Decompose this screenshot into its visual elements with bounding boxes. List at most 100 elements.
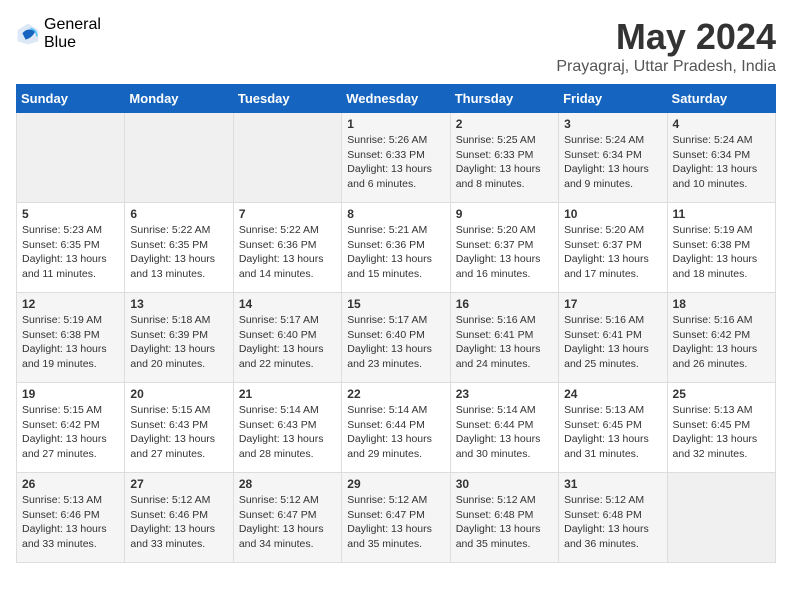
day-info: Sunrise: 5:24 AM Sunset: 6:34 PM Dayligh… [673, 133, 770, 192]
day-cell: 18Sunrise: 5:16 AM Sunset: 6:42 PM Dayli… [667, 293, 775, 383]
day-cell [667, 473, 775, 563]
day-info: Sunrise: 5:15 AM Sunset: 6:42 PM Dayligh… [22, 403, 119, 462]
day-info: Sunrise: 5:13 AM Sunset: 6:45 PM Dayligh… [673, 403, 770, 462]
day-cell: 28 Sunrise: 5:12 AM Sunset: 6:47 PM Dayli… [233, 473, 341, 563]
header-wednesday: Wednesday [342, 85, 450, 113]
calendar-header: SundayMondayTuesdayWednesdayThursdayFrid… [17, 85, 776, 113]
day-number: 4 [673, 117, 770, 131]
week-row-4: 19 Sunrise: 5:15 AM Sunset: 6:42 PM Dayli… [17, 383, 776, 473]
day-number: 11 [673, 207, 770, 221]
day-cell: 4 Sunrise: 5:24 AM Sunset: 6:34 PM Daylig… [667, 113, 775, 203]
logo-blue: Blue [44, 34, 101, 52]
week-row-5: 26 Sunrise: 5:13 AM Sunset: 6:46 PM Dayli… [17, 473, 776, 563]
day-number: 19 [22, 387, 119, 401]
subtitle: Prayagraj, Uttar Pradesh, India [556, 58, 776, 76]
day-cell: 25 Sunrise: 5:13 AM Sunset: 6:45 PM Dayli… [667, 383, 775, 473]
day-info: Sunrise: 5:12 AM Sunset: 6:46 PM Dayligh… [130, 493, 227, 552]
day-number: 29 [347, 477, 444, 491]
day-number: 28 [239, 477, 336, 491]
day-cell: 13 Sunrise: 5:18 AM Sunset: 6:39 PM Dayli… [125, 293, 233, 383]
day-number: 20 [130, 387, 227, 401]
day-info: Sunrise: 5:15 AM Sunset: 6:43 PM Dayligh… [130, 403, 227, 462]
logo-text: General Blue [44, 16, 101, 51]
day-info: Sunrise: 5:23 AM Sunset: 6:35 PM Dayligh… [22, 223, 119, 282]
day-number: 30 [456, 477, 553, 491]
day-info: Sunrise: 5:20 AM Sunset: 6:37 PM Dayligh… [564, 223, 661, 282]
day-info: Sunrise: 5:13 AM Sunset: 6:46 PM Dayligh… [22, 493, 119, 552]
logo: General Blue [16, 16, 101, 51]
day-cell: 14Sunrise: 5:17 AM Sunset: 6:40 PM Dayli… [233, 293, 341, 383]
day-cell: 29Sunrise: 5:12 AM Sunset: 6:47 PM Dayli… [342, 473, 450, 563]
day-cell: 3Sunrise: 5:24 AM Sunset: 6:34 PM Daylig… [559, 113, 667, 203]
day-number: 25 [673, 387, 770, 401]
day-number: 16 [456, 297, 553, 311]
day-cell: 5 Sunrise: 5:23 AM Sunset: 6:35 PM Daylig… [17, 203, 125, 293]
day-info: Sunrise: 5:18 AM Sunset: 6:39 PM Dayligh… [130, 313, 227, 372]
day-cell: 9Sunrise: 5:20 AM Sunset: 6:37 PM Daylig… [450, 203, 558, 293]
day-info: Sunrise: 5:26 AM Sunset: 6:33 PM Dayligh… [347, 133, 444, 192]
logo-general: General [44, 16, 101, 34]
day-info: Sunrise: 5:17 AM Sunset: 6:40 PM Dayligh… [347, 313, 444, 372]
header-monday: Monday [125, 85, 233, 113]
day-info: Sunrise: 5:21 AM Sunset: 6:36 PM Dayligh… [347, 223, 444, 282]
header-saturday: Saturday [667, 85, 775, 113]
day-number: 15 [347, 297, 444, 311]
title-block: May 2024 Prayagraj, Uttar Pradesh, India [556, 16, 776, 76]
main-title: May 2024 [556, 16, 776, 58]
day-cell [233, 113, 341, 203]
calendar-table: SundayMondayTuesdayWednesdayThursdayFrid… [16, 84, 776, 563]
day-info: Sunrise: 5:12 AM Sunset: 6:48 PM Dayligh… [564, 493, 661, 552]
day-cell: 1 Sunrise: 5:26 AM Sunset: 6:33 PM Daylig… [342, 113, 450, 203]
day-info: Sunrise: 5:22 AM Sunset: 6:35 PM Dayligh… [130, 223, 227, 282]
header-thursday: Thursday [450, 85, 558, 113]
week-row-2: 5 Sunrise: 5:23 AM Sunset: 6:35 PM Daylig… [17, 203, 776, 293]
day-cell: 27 Sunrise: 5:12 AM Sunset: 6:46 PM Dayli… [125, 473, 233, 563]
day-cell: 19 Sunrise: 5:15 AM Sunset: 6:42 PM Dayli… [17, 383, 125, 473]
day-info: Sunrise: 5:12 AM Sunset: 6:47 PM Dayligh… [239, 493, 336, 552]
day-number: 5 [22, 207, 119, 221]
day-info: Sunrise: 5:16 AM Sunset: 6:41 PM Dayligh… [564, 313, 661, 372]
day-cell: 20 Sunrise: 5:15 AM Sunset: 6:43 PM Dayli… [125, 383, 233, 473]
day-cell: 26 Sunrise: 5:13 AM Sunset: 6:46 PM Dayli… [17, 473, 125, 563]
day-number: 14 [239, 297, 336, 311]
day-cell: 31Sunrise: 5:12 AM Sunset: 6:48 PM Dayli… [559, 473, 667, 563]
page-header: General Blue May 2024 Prayagraj, Uttar P… [16, 16, 776, 76]
day-info: Sunrise: 5:24 AM Sunset: 6:34 PM Dayligh… [564, 133, 661, 192]
day-cell: 15 Sunrise: 5:17 AM Sunset: 6:40 PM Dayli… [342, 293, 450, 383]
day-info: Sunrise: 5:14 AM Sunset: 6:44 PM Dayligh… [347, 403, 444, 462]
day-cell: 24 Sunrise: 5:13 AM Sunset: 6:45 PM Dayli… [559, 383, 667, 473]
day-number: 23 [456, 387, 553, 401]
day-cell: 12 Sunrise: 5:19 AM Sunset: 6:38 PM Dayli… [17, 293, 125, 383]
day-cell: 21 Sunrise: 5:14 AM Sunset: 6:43 PM Dayli… [233, 383, 341, 473]
day-number: 12 [22, 297, 119, 311]
day-info: Sunrise: 5:14 AM Sunset: 6:44 PM Dayligh… [456, 403, 553, 462]
day-cell: 6 Sunrise: 5:22 AM Sunset: 6:35 PM Daylig… [125, 203, 233, 293]
day-cell: 11Sunrise: 5:19 AM Sunset: 6:38 PM Dayli… [667, 203, 775, 293]
day-info: Sunrise: 5:19 AM Sunset: 6:38 PM Dayligh… [22, 313, 119, 372]
day-info: Sunrise: 5:14 AM Sunset: 6:43 PM Dayligh… [239, 403, 336, 462]
day-cell: 7Sunrise: 5:22 AM Sunset: 6:36 PM Daylig… [233, 203, 341, 293]
day-number: 8 [347, 207, 444, 221]
day-cell: 17Sunrise: 5:16 AM Sunset: 6:41 PM Dayli… [559, 293, 667, 383]
header-sunday: Sunday [17, 85, 125, 113]
week-row-3: 12 Sunrise: 5:19 AM Sunset: 6:38 PM Dayli… [17, 293, 776, 383]
day-cell: 23 Sunrise: 5:14 AM Sunset: 6:44 PM Dayli… [450, 383, 558, 473]
day-number: 21 [239, 387, 336, 401]
day-info: Sunrise: 5:20 AM Sunset: 6:37 PM Dayligh… [456, 223, 553, 282]
day-number: 1 [347, 117, 444, 131]
day-info: Sunrise: 5:22 AM Sunset: 6:36 PM Dayligh… [239, 223, 336, 282]
header-tuesday: Tuesday [233, 85, 341, 113]
day-number: 24 [564, 387, 661, 401]
day-cell: 22Sunrise: 5:14 AM Sunset: 6:44 PM Dayli… [342, 383, 450, 473]
day-number: 13 [130, 297, 227, 311]
day-number: 2 [456, 117, 553, 131]
day-info: Sunrise: 5:12 AM Sunset: 6:48 PM Dayligh… [456, 493, 553, 552]
day-number: 27 [130, 477, 227, 491]
day-number: 6 [130, 207, 227, 221]
day-cell: 10Sunrise: 5:20 AM Sunset: 6:37 PM Dayli… [559, 203, 667, 293]
day-cell: 30 Sunrise: 5:12 AM Sunset: 6:48 PM Dayli… [450, 473, 558, 563]
day-cell [17, 113, 125, 203]
header-row: SundayMondayTuesdayWednesdayThursdayFrid… [17, 85, 776, 113]
day-info: Sunrise: 5:13 AM Sunset: 6:45 PM Dayligh… [564, 403, 661, 462]
day-number: 26 [22, 477, 119, 491]
